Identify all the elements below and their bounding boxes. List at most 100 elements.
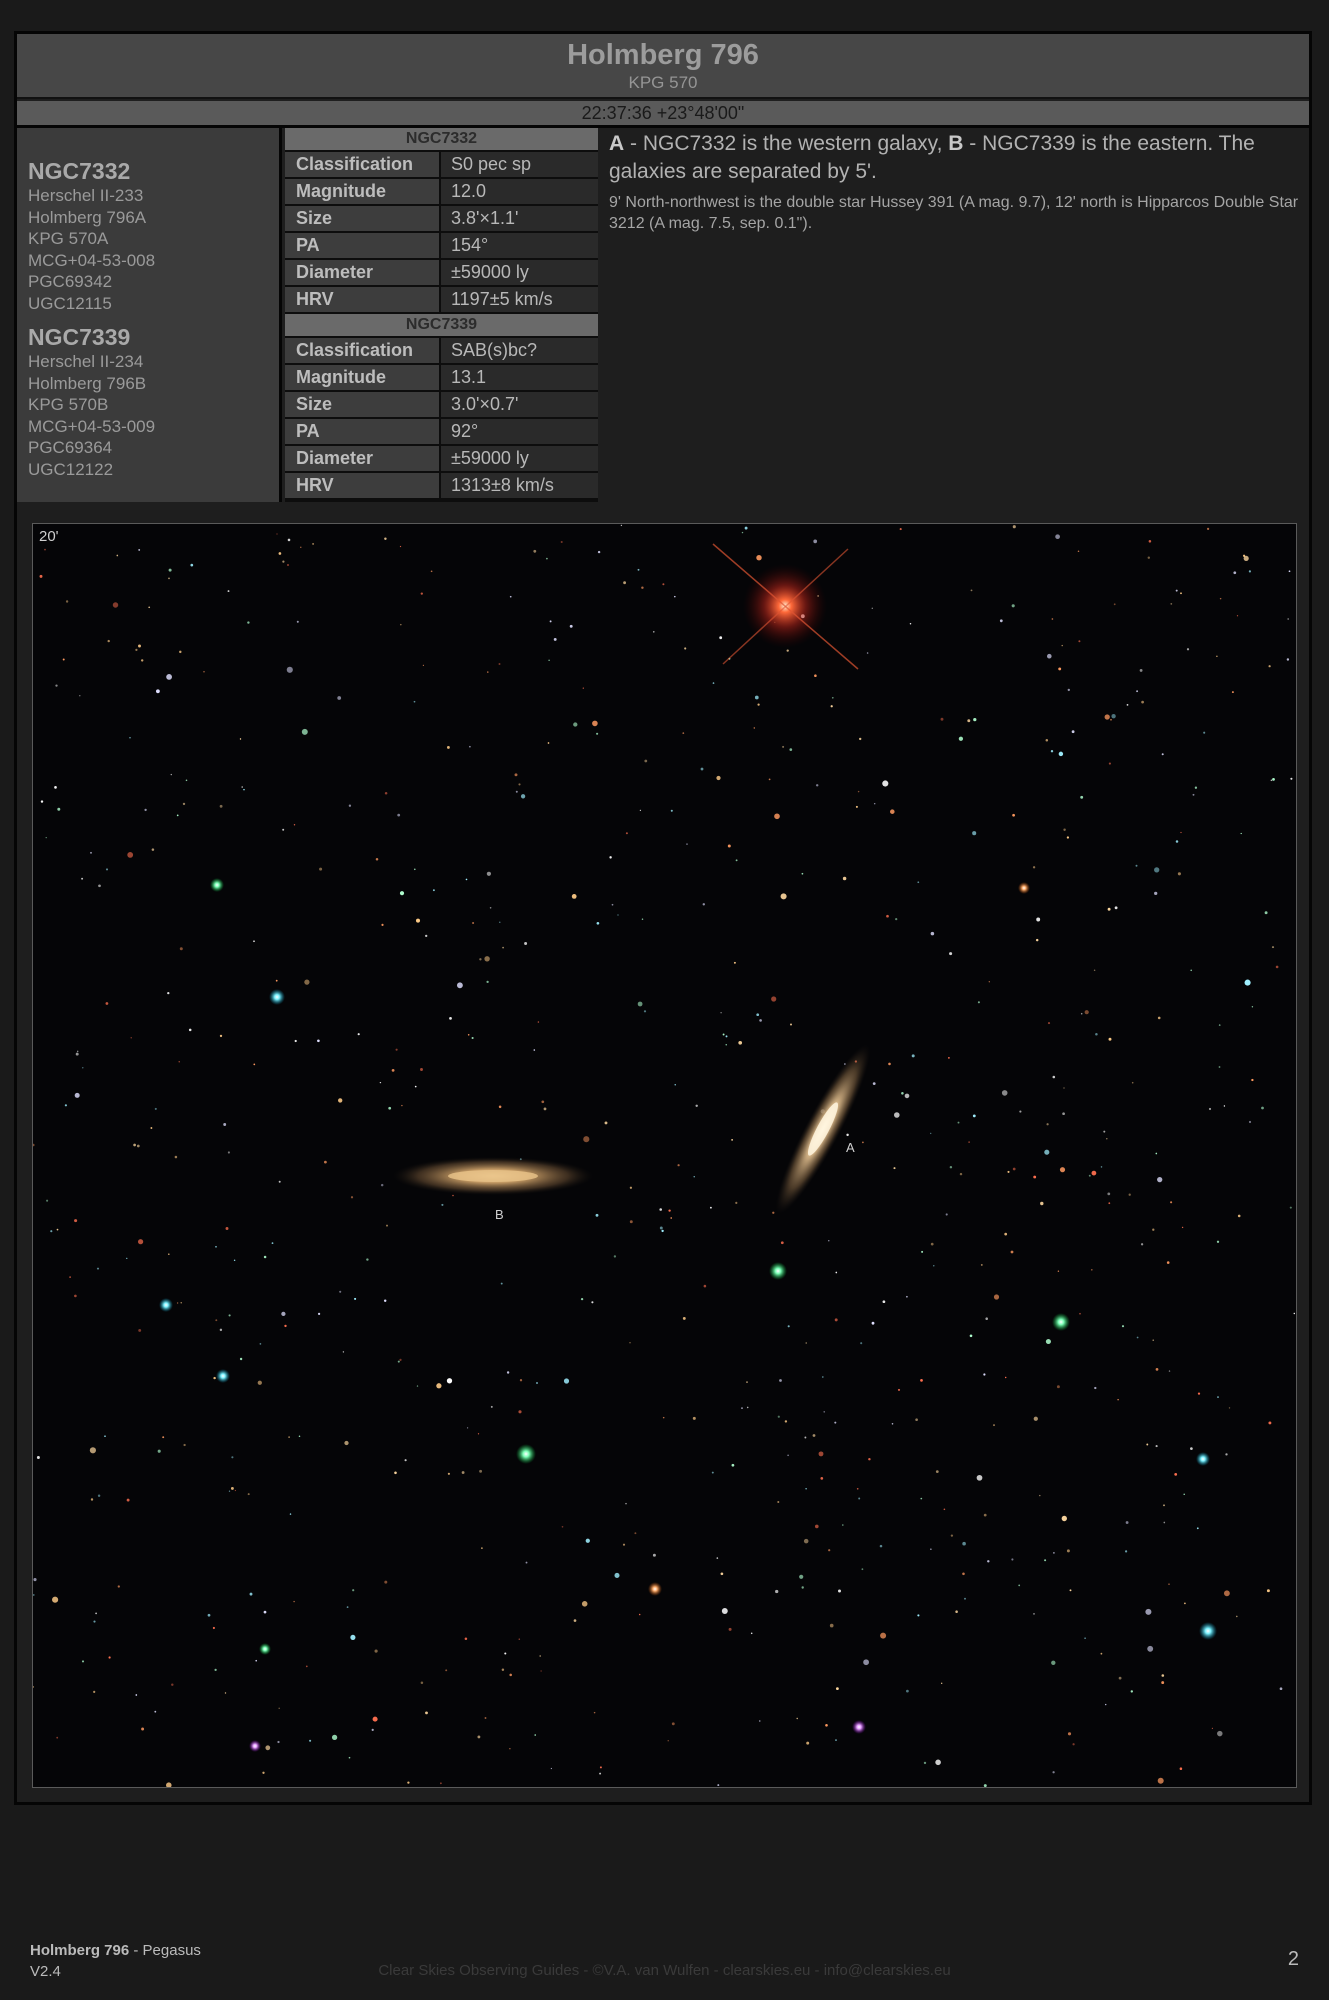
- star: [901, 1092, 904, 1095]
- star: [1130, 1690, 1133, 1693]
- table-row: Magnitude 13.1: [285, 365, 598, 390]
- star: [702, 903, 705, 906]
- star: [735, 859, 738, 862]
- star: [738, 1040, 743, 1045]
- star: [693, 1176, 695, 1178]
- star: [509, 1673, 512, 1677]
- star: [375, 857, 379, 861]
- star: [721, 1608, 728, 1614]
- star: [466, 1427, 469, 1429]
- star: [625, 1502, 627, 1505]
- star: [317, 1312, 321, 1316]
- star: [257, 1380, 262, 1385]
- star: [452, 1194, 454, 1197]
- star: [771, 996, 777, 1002]
- star: [309, 1739, 312, 1742]
- row-value: 92°: [441, 419, 598, 444]
- star: [717, 1784, 720, 1787]
- star: [135, 1694, 138, 1696]
- star: [1168, 1370, 1171, 1372]
- star: [1011, 1558, 1014, 1561]
- star: [1155, 1152, 1158, 1155]
- star: [440, 1782, 442, 1785]
- star: [671, 1722, 675, 1726]
- star: [988, 981, 990, 983]
- star: [183, 1443, 186, 1447]
- star: [787, 1454, 789, 1457]
- star: [1018, 1584, 1021, 1587]
- star: [1216, 655, 1218, 658]
- star: [1126, 704, 1129, 706]
- star: [1035, 938, 1039, 942]
- star: [962, 1572, 965, 1576]
- star: [1011, 604, 1015, 608]
- star: [983, 1513, 987, 1517]
- star: [399, 891, 405, 896]
- star: [536, 1382, 538, 1384]
- star: [1078, 640, 1081, 643]
- star: [1047, 653, 1052, 659]
- star: [1154, 867, 1160, 873]
- star: [265, 1745, 271, 1751]
- star: [105, 868, 109, 871]
- alias: Holmberg 796A: [28, 207, 147, 227]
- star: [1094, 1386, 1097, 1390]
- star: [467, 1034, 470, 1036]
- star: [339, 1290, 342, 1293]
- star: [639, 809, 642, 812]
- star: [1244, 979, 1251, 986]
- star: [1128, 1193, 1131, 1196]
- star: [860, 1342, 863, 1345]
- star: [1012, 525, 1016, 529]
- star: [1179, 1767, 1183, 1770]
- star: [769, 1262, 787, 1280]
- star: [247, 621, 250, 624]
- star: [906, 1295, 908, 1298]
- star: [166, 674, 173, 680]
- star: [1271, 946, 1275, 949]
- star: [659, 1208, 662, 1211]
- star: [814, 674, 817, 677]
- star: [271, 1242, 274, 1244]
- star: [319, 867, 323, 871]
- row-key: Size: [285, 392, 439, 417]
- star: [546, 557, 548, 560]
- sky-image: A B 20': [32, 523, 1297, 1788]
- star: [1218, 1024, 1221, 1026]
- star: [289, 1513, 292, 1515]
- star: [487, 671, 489, 673]
- star: [486, 980, 489, 984]
- star: [780, 1241, 784, 1245]
- star: [638, 1613, 641, 1616]
- star: [629, 1186, 633, 1189]
- star: [484, 956, 490, 962]
- star: [499, 921, 501, 923]
- star: [215, 1319, 218, 1322]
- star: [399, 545, 402, 548]
- star: [255, 1659, 257, 1662]
- row-key: HRV: [285, 287, 439, 312]
- star: [1061, 1515, 1067, 1522]
- star: [1121, 1325, 1125, 1328]
- star: [674, 1084, 676, 1086]
- star: [1108, 762, 1111, 765]
- star: [212, 1626, 215, 1630]
- star: [55, 684, 58, 687]
- star: [342, 1351, 345, 1353]
- star: [775, 1589, 779, 1594]
- star: [502, 946, 504, 949]
- star: [239, 1357, 243, 1361]
- star: [1007, 1170, 1010, 1173]
- star: [959, 1172, 963, 1176]
- star: [441, 1203, 444, 1206]
- star: [1084, 1010, 1089, 1015]
- star: [1069, 1589, 1072, 1592]
- star: [593, 1711, 596, 1714]
- star: [65, 600, 69, 603]
- star: [1047, 1022, 1051, 1025]
- star: [1044, 1149, 1050, 1155]
- star: [1206, 527, 1210, 531]
- star: [477, 1735, 481, 1739]
- star: [416, 1385, 419, 1387]
- star: [1194, 786, 1198, 789]
